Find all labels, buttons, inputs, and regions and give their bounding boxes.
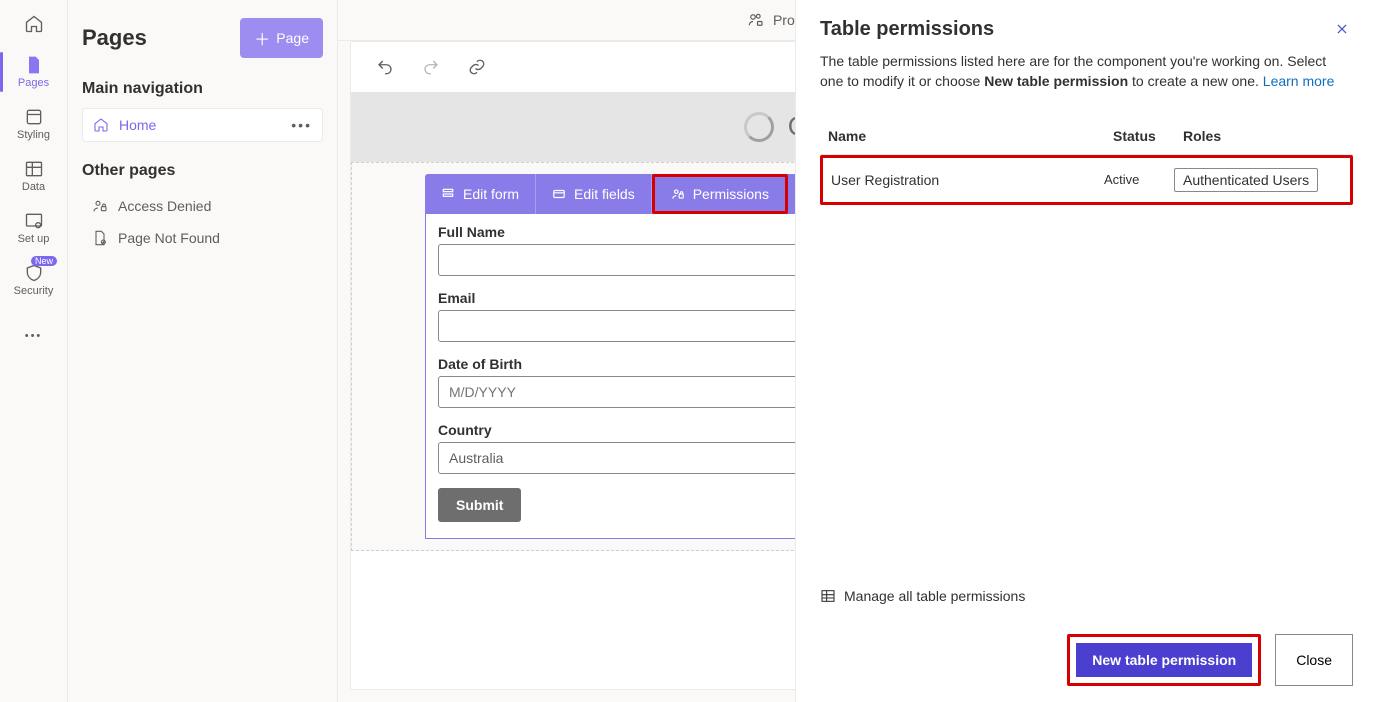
home-icon [24, 14, 44, 34]
nav-pnf-label: Page Not Found [118, 230, 220, 246]
nav-home-label: Home [119, 117, 156, 133]
nav-item-page-not-found[interactable]: Page Not Found [82, 222, 323, 254]
table-header: Name Status Roles [820, 118, 1353, 155]
edit-fields-button[interactable]: Edit fields [536, 174, 652, 214]
permission-row-user-registration[interactable]: User Registration Active Authenticated U… [820, 155, 1353, 205]
people-lock-icon [747, 11, 765, 29]
home-nav-button[interactable] [0, 8, 67, 40]
rail-security-label: Security [14, 285, 54, 297]
company-logo-icon [744, 112, 774, 142]
desc-post: to create a new one. [1128, 73, 1263, 89]
person-lock-icon [92, 198, 108, 214]
styling-icon [24, 107, 44, 127]
row-name: User Registration [829, 172, 1104, 188]
edit-form-label: Edit form [463, 186, 519, 202]
rail-data-label: Data [22, 181, 45, 193]
add-page-button[interactable]: ＋ Page [240, 18, 323, 58]
rail-setup-label: Set up [18, 233, 50, 245]
close-button[interactable]: Close [1275, 634, 1353, 686]
nav-item-more-icon[interactable]: ••• [291, 117, 312, 133]
link-icon [468, 58, 486, 76]
permissions-label: Permissions [693, 186, 769, 202]
undo-button[interactable] [371, 53, 399, 81]
new-table-permission-button[interactable]: New table permission [1076, 643, 1252, 677]
edit-fields-label: Edit fields [574, 186, 635, 202]
col-status-header: Status [1113, 128, 1183, 144]
shield-icon [24, 263, 44, 283]
desc-bold: New table permission [984, 73, 1128, 89]
redo-icon [422, 58, 440, 76]
redo-button[interactable] [417, 53, 445, 81]
pages-title: Pages [82, 25, 147, 51]
col-roles-header: Roles [1183, 128, 1353, 144]
setup-icon [24, 211, 44, 231]
home-icon [93, 117, 109, 133]
close-icon [1335, 22, 1349, 36]
manage-all-link[interactable]: Manage all table permissions [820, 588, 1353, 604]
row-roles: Authenticated Users [1174, 168, 1318, 192]
submit-button[interactable]: Submit [438, 488, 521, 522]
page-error-icon [92, 230, 108, 246]
close-label: Close [1296, 652, 1332, 668]
new-permission-label: New table permission [1092, 652, 1236, 668]
add-page-label: Page [276, 30, 309, 46]
manage-all-label: Manage all table permissions [844, 588, 1025, 604]
rail-more[interactable]: ••• [0, 310, 67, 362]
rail-security[interactable]: New Security [0, 254, 67, 306]
nav-access-denied-label: Access Denied [118, 198, 211, 214]
permissions-icon [671, 187, 685, 201]
rail-setup[interactable]: Set up [0, 202, 67, 254]
rail-data[interactable]: Data [0, 150, 67, 202]
nav-item-access-denied[interactable]: Access Denied [82, 190, 323, 222]
table-icon [820, 588, 836, 604]
link-button[interactable] [463, 53, 491, 81]
more-icon: ••• [25, 330, 43, 342]
table-permissions-panel: Table permissions The table permissions … [795, 0, 1377, 702]
permissions-button[interactable]: Permissions [652, 174, 788, 214]
fields-icon [552, 187, 566, 201]
pages-panel: Pages ＋ Page Main navigation Home ••• Ot… [68, 0, 338, 702]
rail-styling[interactable]: Styling [0, 98, 67, 150]
close-panel-button[interactable] [1331, 18, 1353, 45]
col-name-header: Name [820, 128, 1113, 144]
edit-form-button[interactable]: Edit form [425, 174, 536, 214]
data-icon [24, 159, 44, 179]
submit-label: Submit [456, 497, 503, 513]
form-icon [441, 187, 455, 201]
panel-description: The table permissions listed here are fo… [820, 51, 1353, 92]
learn-more-link[interactable]: Learn more [1263, 73, 1335, 89]
page-icon [24, 55, 44, 75]
undo-icon [376, 58, 394, 76]
main-canvas-area: Production - Private - Saved Company nam… [338, 0, 1377, 702]
rail-pages-label: Pages [18, 77, 49, 89]
panel-title: Table permissions [820, 18, 994, 41]
rail-pages[interactable]: Pages [0, 46, 67, 98]
nav-item-home[interactable]: Home ••• [82, 108, 323, 142]
rail-styling-label: Styling [17, 129, 50, 141]
left-rail: Pages Styling Data Set up New Security •… [0, 0, 68, 702]
plus-icon: ＋ [254, 26, 270, 50]
new-badge: New [31, 256, 57, 266]
other-pages-heading: Other pages [82, 162, 323, 180]
main-nav-heading: Main navigation [82, 80, 323, 98]
row-status: Active [1104, 172, 1174, 187]
